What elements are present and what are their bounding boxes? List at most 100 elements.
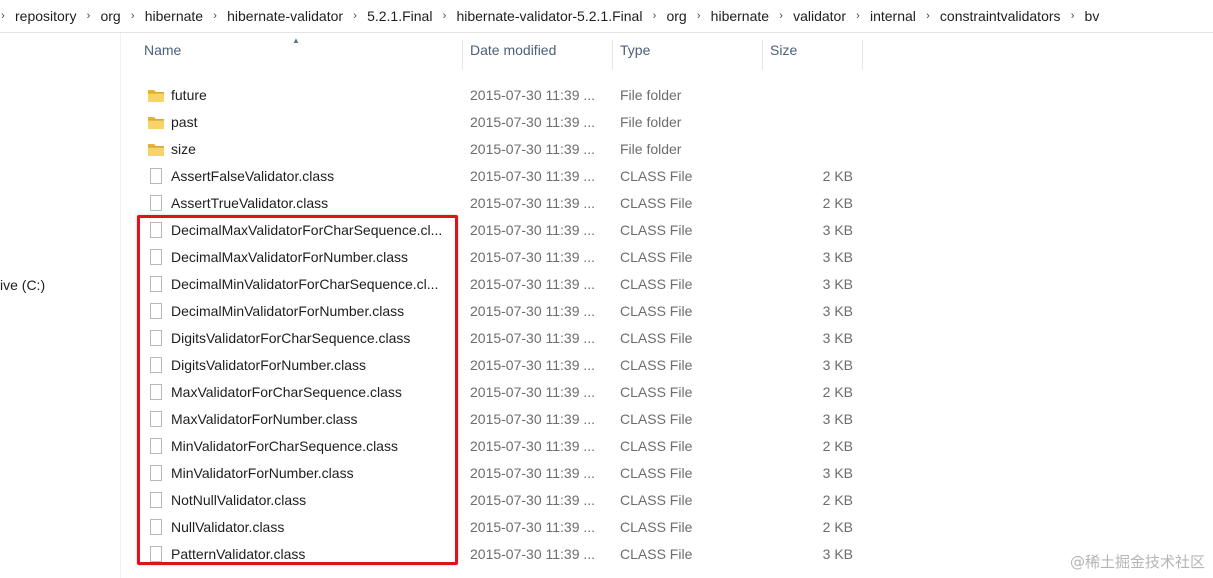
file-name: DecimalMinValidatorForNumber.class (171, 303, 405, 319)
file-date-modified: 2015-07-30 11:39 ... (470, 330, 596, 346)
file-row[interactable]: MaxValidatorForNumber.class 2015-07-30 11… (137, 406, 862, 433)
column-header-size[interactable]: Size (770, 42, 797, 72)
chevron-right-icon[interactable]: › (126, 10, 140, 22)
file-size: 3 KB (822, 357, 853, 373)
file-size: 3 KB (822, 222, 853, 238)
chevron-right-icon[interactable]: › (692, 10, 706, 22)
file-size: 3 KB (822, 465, 853, 481)
breadcrumb-item[interactable]: hibernate (709, 8, 771, 24)
file-row[interactable]: MinValidatorForCharSequence.class 2015-07… (137, 433, 862, 460)
file-size: 3 KB (822, 303, 853, 319)
file-date-modified: 2015-07-30 11:39 ... (470, 141, 596, 157)
file-date-modified: 2015-07-30 11:39 ... (470, 195, 596, 211)
chevron-right-icon[interactable]: › (208, 10, 222, 22)
column-divider[interactable] (762, 40, 763, 70)
file-name: DigitsValidatorForCharSequence.class (171, 330, 411, 346)
column-divider[interactable] (862, 40, 863, 70)
file-type: File folder (620, 114, 682, 130)
file-date-modified: 2015-07-30 11:39 ... (470, 114, 596, 130)
file-icon (147, 517, 165, 537)
file-row[interactable]: NotNullValidator.class 2015-07-30 11:39 .… (137, 487, 862, 514)
file-icon (147, 490, 165, 510)
chevron-right-icon[interactable]: › (851, 10, 865, 22)
nav-item-drive-c[interactable]: ive (C:) (0, 277, 45, 293)
file-row[interactable]: NullValidator.class 2015-07-30 11:39 ... C… (137, 514, 862, 541)
breadcrumb-item[interactable]: org (98, 8, 122, 24)
breadcrumb-item[interactable]: validator (791, 8, 848, 24)
chevron-right-icon[interactable]: › (1066, 10, 1080, 22)
chevron-right-icon[interactable]: › (921, 10, 935, 22)
navigation-pane: ive (C:) (0, 33, 121, 578)
file-type: CLASS File (620, 330, 693, 346)
column-header-name[interactable]: Name (144, 42, 181, 72)
column-divider[interactable] (612, 40, 613, 70)
file-type: File folder (620, 141, 682, 157)
folder-icon (147, 112, 165, 132)
file-icon (147, 274, 165, 294)
file-row[interactable]: DigitsValidatorForNumber.class 2015-07-30… (137, 352, 862, 379)
breadcrumb-item[interactable]: internal (868, 8, 918, 24)
file-row[interactable]: MaxValidatorForCharSequence.class 2015-07… (137, 379, 862, 406)
column-header-type[interactable]: Type (620, 42, 650, 72)
file-name: PatternValidator.class (171, 546, 306, 562)
file-name: AssertFalseValidator.class (171, 168, 335, 184)
file-row[interactable]: DecimalMinValidatorForNumber.class 2015-0… (137, 298, 862, 325)
file-row[interactable]: AssertFalseValidator.class 2015-07-30 11:… (137, 163, 862, 190)
file-size: 2 KB (822, 195, 853, 211)
file-type: CLASS File (620, 195, 693, 211)
file-row[interactable]: PatternValidator.class 2015-07-30 11:39 .… (137, 541, 862, 568)
chevron-right-icon[interactable]: › (774, 10, 788, 22)
file-row[interactable]: future 2015-07-30 11:39 ... File folder (137, 82, 862, 109)
file-icon (147, 463, 165, 483)
breadcrumb-item[interactable]: constraintvalidators (938, 8, 1063, 24)
file-type: CLASS File (620, 276, 693, 292)
file-size: 2 KB (822, 384, 853, 400)
file-size: 3 KB (822, 546, 853, 562)
file-date-modified: 2015-07-30 11:39 ... (470, 492, 596, 508)
file-date-modified: 2015-07-30 11:39 ... (470, 168, 596, 184)
breadcrumb-item[interactable]: 5.2.1.Final (365, 8, 434, 24)
chevron-right-icon[interactable]: › (348, 10, 362, 22)
file-name: MinValidatorForCharSequence.class (171, 438, 398, 454)
file-icon (147, 247, 165, 267)
file-icon (147, 355, 165, 375)
file-type: File folder (620, 87, 682, 103)
chevron-right-icon[interactable]: › (0, 10, 10, 22)
file-row[interactable]: AssertTrueValidator.class 2015-07-30 11:3… (137, 190, 862, 217)
file-name: DigitsValidatorForNumber.class (171, 357, 367, 373)
breadcrumb-item[interactable]: hibernate-validator (225, 8, 345, 24)
breadcrumb-item[interactable]: hibernate-validator-5.2.1.Final (454, 8, 644, 24)
breadcrumb-item[interactable]: bv (1083, 8, 1102, 24)
file-row[interactable]: MinValidatorForNumber.class 2015-07-30 11… (137, 460, 862, 487)
breadcrumb-item[interactable]: hibernate (143, 8, 205, 24)
chevron-right-icon[interactable]: › (437, 10, 451, 22)
column-header-date-modified[interactable]: Date modified (470, 42, 556, 72)
file-date-modified: 2015-07-30 11:39 ... (470, 438, 596, 454)
file-size: 2 KB (822, 492, 853, 508)
file-row[interactable]: DecimalMaxValidatorForNumber.class 2015-0… (137, 244, 862, 271)
column-divider[interactable] (462, 40, 463, 70)
file-name: future (171, 87, 207, 103)
file-type: CLASS File (620, 303, 693, 319)
file-size: 3 KB (822, 330, 853, 346)
file-size: 2 KB (822, 438, 853, 454)
file-row[interactable]: DigitsValidatorForCharSequence.class 2015… (137, 325, 862, 352)
file-date-modified: 2015-07-30 11:39 ... (470, 465, 596, 481)
breadcrumb-item[interactable]: org (664, 8, 688, 24)
chevron-right-icon[interactable]: › (81, 10, 95, 22)
file-size: 3 KB (822, 411, 853, 427)
file-icon (147, 409, 165, 429)
watermark: @稀土掘金技术社区 (1069, 553, 1205, 571)
file-type: CLASS File (620, 411, 693, 427)
breadcrumb-item[interactable]: repository (13, 8, 78, 24)
file-row[interactable]: DecimalMaxValidatorForCharSequence.cl...… (137, 217, 862, 244)
file-row[interactable]: DecimalMinValidatorForCharSequence.cl...… (137, 271, 862, 298)
file-row[interactable]: size 2015-07-30 11:39 ... File folder (137, 136, 862, 163)
file-date-modified: 2015-07-30 11:39 ... (470, 249, 596, 265)
file-name: DecimalMaxValidatorForCharSequence.cl... (171, 222, 443, 238)
chevron-right-icon[interactable]: › (647, 10, 661, 22)
file-type: CLASS File (620, 519, 693, 535)
file-row[interactable]: past 2015-07-30 11:39 ... File folder (137, 109, 862, 136)
file-size: 3 KB (822, 249, 853, 265)
file-type: CLASS File (620, 249, 693, 265)
